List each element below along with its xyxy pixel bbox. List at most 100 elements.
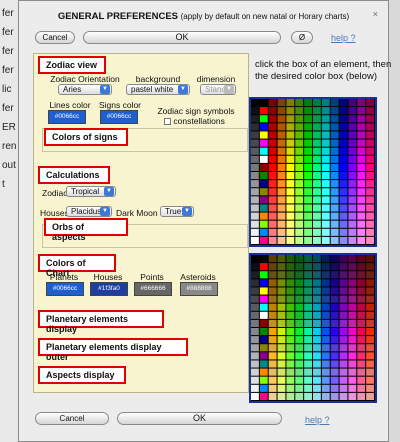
- palette-color-cell[interactable]: [304, 155, 312, 163]
- palette-color-cell[interactable]: [357, 368, 366, 376]
- palette-color-cell[interactable]: [357, 344, 366, 352]
- palette-color-cell[interactable]: [313, 336, 321, 344]
- palette-color-cell[interactable]: [339, 220, 348, 228]
- palette-color-cell[interactable]: [304, 344, 312, 352]
- palette-color-cell[interactable]: [321, 180, 330, 188]
- palette-color-cell[interactable]: [357, 236, 366, 244]
- palette-color-cell[interactable]: [251, 204, 259, 212]
- palette-color-cell[interactable]: [268, 99, 277, 107]
- palette-color-cell[interactable]: [277, 360, 286, 368]
- palette-color-cell[interactable]: [277, 196, 286, 204]
- palette-color-cell[interactable]: [295, 319, 304, 327]
- palette-color-cell[interactable]: [268, 287, 277, 295]
- palette-color-cell[interactable]: [304, 311, 312, 319]
- palette-color-cell[interactable]: [348, 139, 357, 147]
- palette-color-cell[interactable]: [268, 336, 277, 344]
- palette-color-cell[interactable]: [339, 147, 348, 155]
- palette-color-cell[interactable]: [304, 172, 312, 180]
- palette-color-cell[interactable]: [357, 263, 366, 271]
- palette-color-cell[interactable]: [251, 263, 259, 271]
- palette-color-cell[interactable]: [295, 295, 304, 303]
- palette-color-cell[interactable]: [286, 212, 295, 220]
- palette-color-cell[interactable]: [357, 319, 366, 327]
- palette-color-cell[interactable]: [286, 180, 295, 188]
- palette-color-cell[interactable]: [268, 204, 277, 212]
- palette-color-cell[interactable]: [286, 188, 295, 196]
- palette-color-cell[interactable]: [357, 188, 366, 196]
- palette-color-cell[interactable]: [330, 107, 339, 115]
- help-link-top[interactable]: help ?: [331, 33, 356, 43]
- palette-color-cell[interactable]: [268, 352, 277, 360]
- palette-color-cell[interactable]: [366, 255, 374, 263]
- palette-color-cell[interactable]: [295, 392, 304, 400]
- palette-color-cell[interactable]: [268, 123, 277, 131]
- palette-color-cell[interactable]: [348, 279, 357, 287]
- palette-color-cell[interactable]: [357, 115, 366, 123]
- palette-color-cell[interactable]: [348, 115, 357, 123]
- palette-color-cell[interactable]: [321, 295, 330, 303]
- palette-color-cell[interactable]: [304, 360, 312, 368]
- palette-color-cell[interactable]: [251, 328, 259, 336]
- palette-color-cell[interactable]: [277, 263, 286, 271]
- palette-color-cell[interactable]: [357, 139, 366, 147]
- cancel-button-top[interactable]: Cancel: [35, 31, 75, 44]
- palette-color-cell[interactable]: [330, 163, 339, 171]
- palette-color-cell[interactable]: [330, 279, 339, 287]
- palette-color-cell[interactable]: [295, 155, 304, 163]
- palette-color-cell[interactable]: [321, 107, 330, 115]
- palette-color-cell[interactable]: [330, 328, 339, 336]
- palette-color-cell[interactable]: [295, 336, 304, 344]
- palette-color-cell[interactable]: [295, 384, 304, 392]
- palette-color-cell[interactable]: [366, 131, 374, 139]
- palette-color-cell[interactable]: [339, 172, 348, 180]
- palette-color-cell[interactable]: [251, 163, 259, 171]
- palette-color-cell[interactable]: [357, 107, 366, 115]
- palette-color-cell[interactable]: [321, 147, 330, 155]
- palette-color-cell[interactable]: [304, 123, 312, 131]
- palette-color-cell[interactable]: [366, 180, 374, 188]
- palette-color-cell[interactable]: [366, 263, 374, 271]
- palette-color-cell[interactable]: [357, 220, 366, 228]
- palette-color-cell[interactable]: [330, 99, 339, 107]
- palette-color-cell[interactable]: [295, 212, 304, 220]
- palette-color-cell[interactable]: [268, 212, 277, 220]
- palette-color-cell[interactable]: [321, 384, 330, 392]
- palette-color-cell[interactable]: [259, 147, 268, 155]
- zodiac-select[interactable]: Tropical ▼: [66, 186, 116, 197]
- palette-color-cell[interactable]: [357, 392, 366, 400]
- palette-color-cell[interactable]: [304, 376, 312, 384]
- palette-color-cell[interactable]: [357, 99, 366, 107]
- palette-color-cell[interactable]: [251, 360, 259, 368]
- palette-color-cell[interactable]: [277, 115, 286, 123]
- zodiac-view-heading[interactable]: Zodiac view: [38, 56, 106, 74]
- palette-color-cell[interactable]: [304, 220, 312, 228]
- palette-color-cell[interactable]: [277, 236, 286, 244]
- palette-color-cell[interactable]: [251, 115, 259, 123]
- palette-color-cell[interactable]: [286, 287, 295, 295]
- palette-color-cell[interactable]: [357, 303, 366, 311]
- palette-color-cell[interactable]: [259, 368, 268, 376]
- palette-color-cell[interactable]: [366, 303, 374, 311]
- palette-color-cell[interactable]: [304, 204, 312, 212]
- palette-color-cell[interactable]: [357, 328, 366, 336]
- palette-color-cell[interactable]: [366, 188, 374, 196]
- palette-color-cell[interactable]: [286, 99, 295, 107]
- palette-color-cell[interactable]: [268, 107, 277, 115]
- palette-color-cell[interactable]: [304, 131, 312, 139]
- orbs-of-aspects-button[interactable]: Orbs of aspects: [44, 218, 128, 242]
- palette-color-cell[interactable]: [259, 328, 268, 336]
- palette-color-cell[interactable]: [295, 255, 304, 263]
- palette-color-cell[interactable]: [313, 188, 321, 196]
- colors-of-signs-button[interactable]: Colors of signs: [44, 128, 128, 146]
- palette-color-cell[interactable]: [268, 328, 277, 336]
- palette-color-cell[interactable]: [321, 263, 330, 271]
- palette-color-cell[interactable]: [321, 204, 330, 212]
- palette-color-cell[interactable]: [357, 180, 366, 188]
- palette-color-cell[interactable]: [366, 212, 374, 220]
- palette-color-cell[interactable]: [251, 336, 259, 344]
- palette-color-cell[interactable]: [330, 188, 339, 196]
- palette-color-cell[interactable]: [348, 180, 357, 188]
- palette-color-cell[interactable]: [259, 155, 268, 163]
- palette-color-cell[interactable]: [330, 287, 339, 295]
- palette-color-cell[interactable]: [251, 220, 259, 228]
